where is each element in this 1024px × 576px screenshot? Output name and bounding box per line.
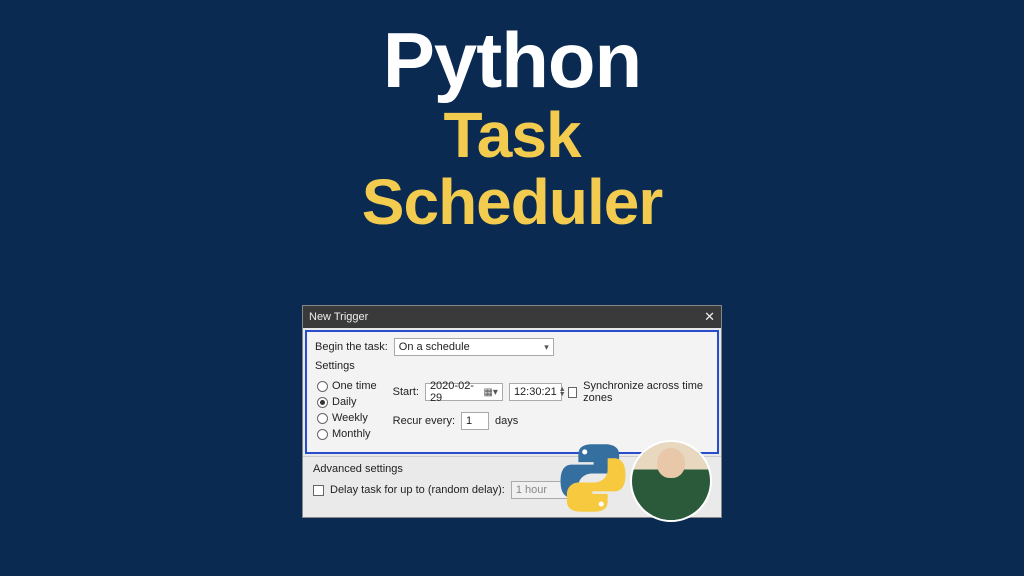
radio-icon (317, 429, 328, 440)
start-date-value: 2020-02-29 (430, 380, 480, 404)
chevron-down-icon: ▾ (544, 342, 549, 353)
presenter-avatar (630, 440, 712, 522)
title-line3: Scheduler (0, 169, 1024, 236)
radio-icon (317, 413, 328, 424)
recur-input[interactable]: 1 (461, 412, 489, 430)
dialog-body: Begin the task: On a schedule ▾ Settings… (305, 330, 719, 454)
avatar-image (632, 442, 710, 520)
fields-column: Start: 2020-02-29 ▦▾ 12:30:21 ▲▼ Synchro… (393, 376, 709, 444)
frequency-radio-group: One time Daily Weekly Monthly (315, 376, 379, 444)
dialog-title: New Trigger (309, 311, 368, 323)
delay-checkbox[interactable] (313, 485, 324, 496)
recur-row: Recur every: 1 days (393, 412, 709, 430)
settings-heading: Settings (315, 360, 709, 372)
radio-daily[interactable]: Daily (317, 396, 377, 408)
radio-icon (317, 381, 328, 392)
begin-task-label: Begin the task: (315, 341, 388, 353)
title-block: Python Task Scheduler (0, 0, 1024, 236)
sync-checkbox[interactable] (568, 387, 577, 398)
start-row: Start: 2020-02-29 ▦▾ 12:30:21 ▲▼ Synchro… (393, 380, 709, 404)
python-logo-icon (558, 443, 628, 513)
recur-unit: days (495, 415, 518, 427)
radio-label: Daily (332, 396, 356, 408)
close-icon[interactable]: ✕ (704, 309, 715, 325)
recur-value: 1 (466, 415, 472, 427)
radio-monthly[interactable]: Monthly (317, 428, 377, 440)
radio-icon (317, 397, 328, 408)
radio-weekly[interactable]: Weekly (317, 412, 377, 424)
radio-label: Monthly (332, 428, 371, 440)
begin-task-combo[interactable]: On a schedule ▾ (394, 338, 554, 356)
delay-value: 1 hour (516, 484, 547, 496)
radio-label: One time (332, 380, 377, 392)
spinner-icon: ▲▼ (559, 387, 566, 397)
recur-label: Recur every: (393, 415, 455, 427)
settings-area: One time Daily Weekly Monthly Start: (315, 376, 709, 444)
start-label: Start: (393, 386, 419, 398)
title-line1: Python (0, 20, 1024, 102)
start-time-input[interactable]: 12:30:21 ▲▼ (509, 383, 562, 401)
title-line2: Task (0, 102, 1024, 169)
radio-one-time[interactable]: One time (317, 380, 377, 392)
radio-label: Weekly (332, 412, 368, 424)
sync-label: Synchronize across time zones (583, 380, 709, 404)
begin-task-row: Begin the task: On a schedule ▾ (315, 338, 709, 356)
delay-label: Delay task for up to (random delay): (330, 484, 505, 496)
calendar-icon: ▦▾ (483, 387, 497, 398)
begin-task-value: On a schedule (399, 341, 470, 353)
dialog-titlebar[interactable]: New Trigger ✕ (303, 306, 721, 328)
start-time-value: 12:30:21 (514, 386, 557, 398)
start-date-input[interactable]: 2020-02-29 ▦▾ (425, 383, 503, 401)
